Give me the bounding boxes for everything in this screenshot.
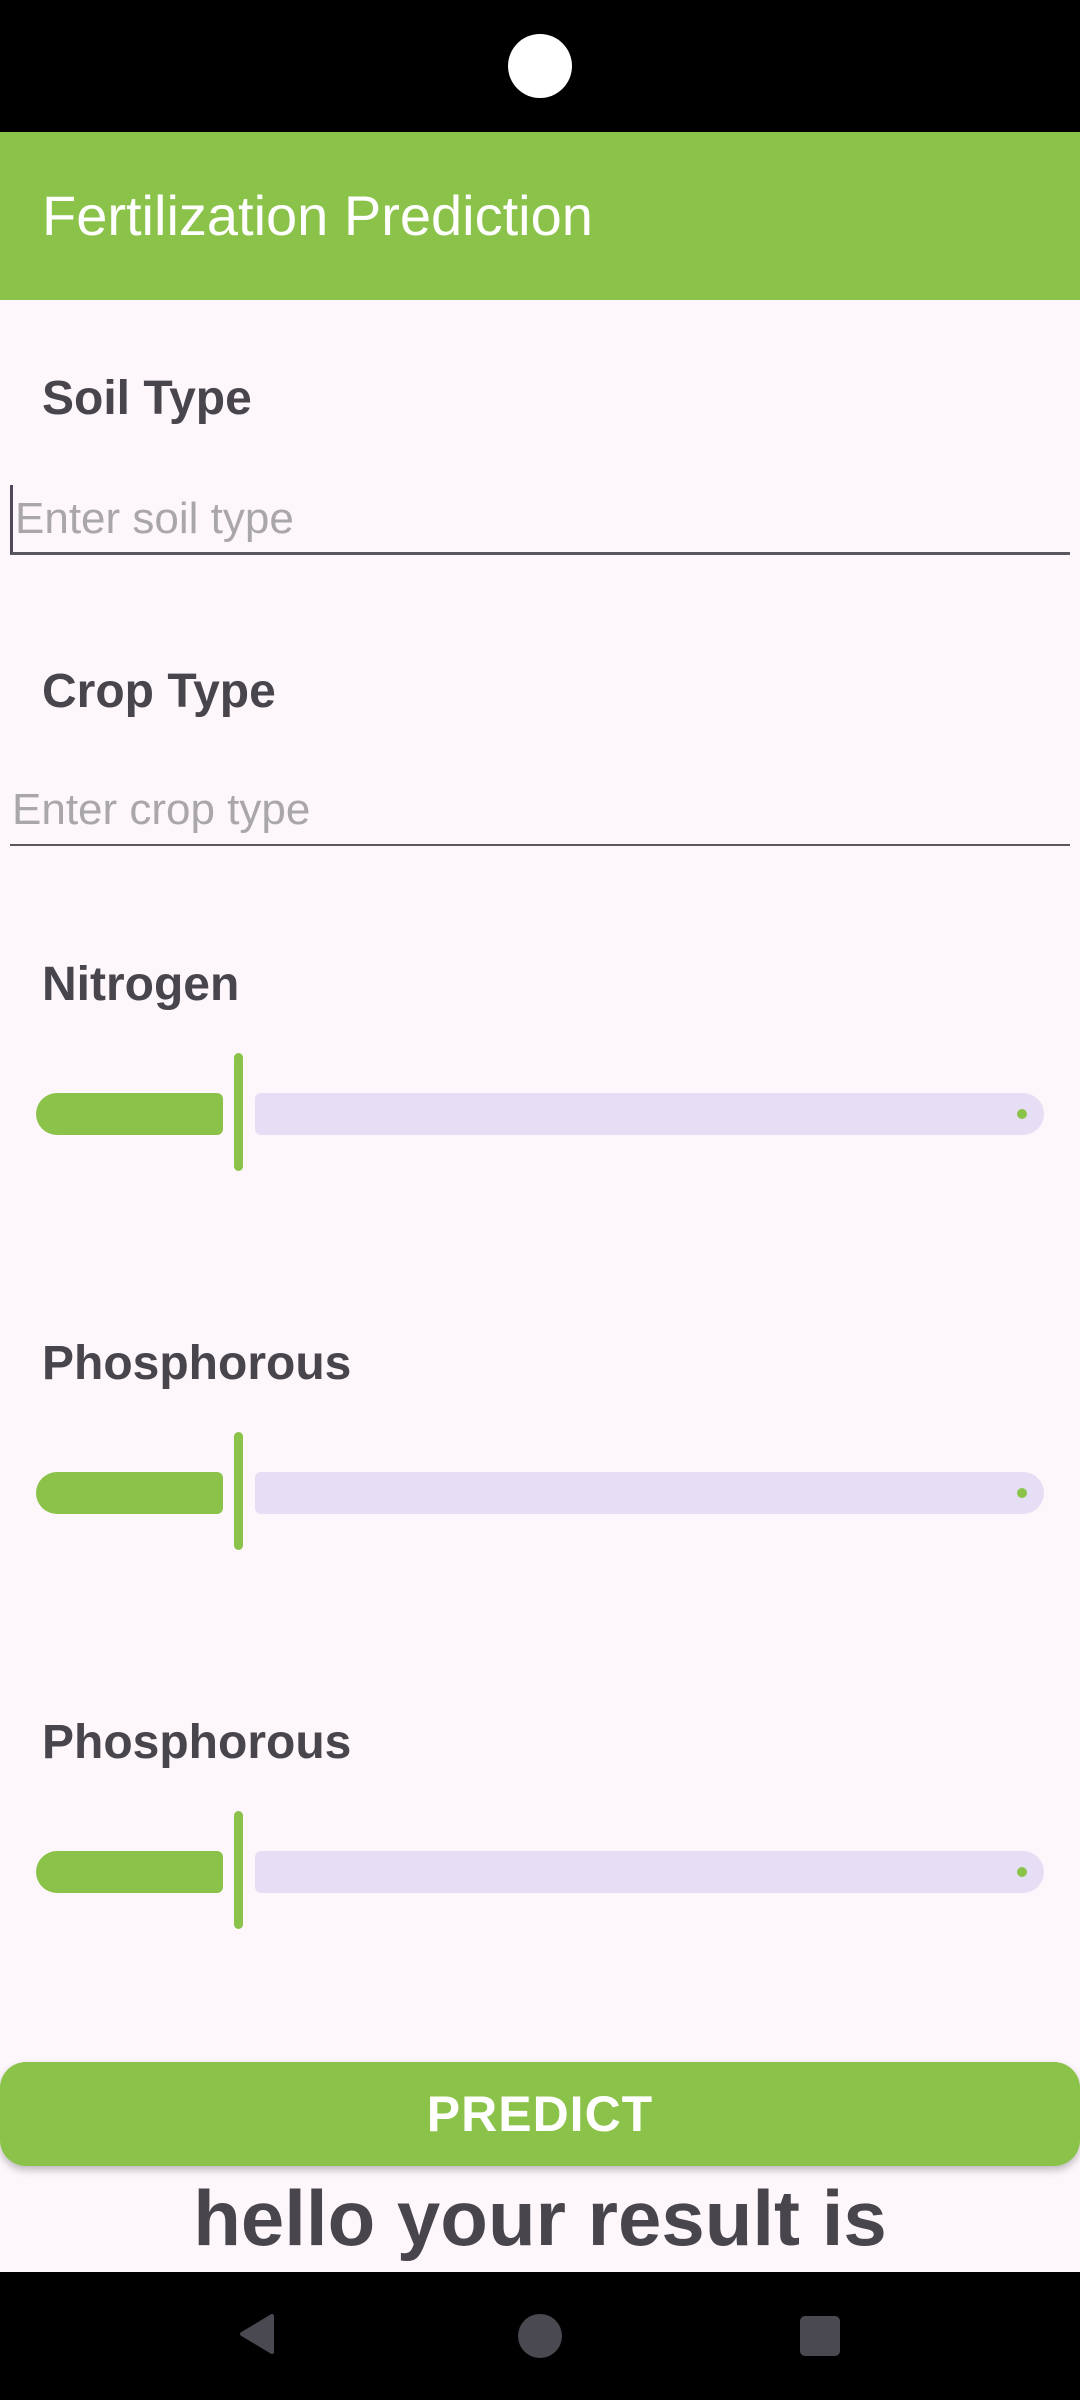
nitrogen-label: Nitrogen <box>42 958 240 1011</box>
app-title: Fertilization Prediction <box>42 184 593 247</box>
crop-type-input[interactable] <box>10 776 1070 846</box>
slider-thumb[interactable] <box>234 1432 243 1550</box>
slider-end-dot <box>1017 1488 1027 1498</box>
slider-track-inactive <box>255 1851 1044 1893</box>
soil-type-input[interactable] <box>10 485 1070 555</box>
home-circle-icon[interactable] <box>518 2314 562 2358</box>
navigation-bar <box>0 2272 1080 2400</box>
result-text: hello your result is <box>193 2174 887 2262</box>
slider-track-active <box>36 1472 223 1514</box>
app-bar: Fertilization Prediction <box>0 132 1080 300</box>
slider-track-active <box>36 1851 223 1893</box>
back-triangle-icon[interactable] <box>236 2312 280 2356</box>
slider-thumb[interactable] <box>234 1053 243 1171</box>
slider-track-inactive <box>255 1472 1044 1514</box>
front-camera-icon <box>508 34 572 98</box>
slider-track-inactive <box>255 1093 1044 1135</box>
slider-end-dot <box>1017 1867 1027 1877</box>
phosphorous-slider[interactable] <box>34 1432 1046 1552</box>
slider-track-active <box>36 1093 223 1135</box>
predict-button[interactable]: PREDICT <box>0 2062 1080 2166</box>
recents-square-icon[interactable] <box>800 2316 840 2356</box>
phosphorous-label: Phosphorous <box>42 1337 352 1390</box>
slider-thumb[interactable] <box>234 1811 243 1929</box>
soil-type-label: Soil Type <box>42 372 252 425</box>
form-content: Soil Type Crop Type Nitrogen Phosphorous… <box>0 300 1080 2272</box>
phosphorous-label-2: Phosphorous <box>42 1716 352 1769</box>
nitrogen-slider[interactable] <box>34 1053 1046 1173</box>
phone-screen: Fertilization Prediction Soil Type Crop … <box>0 0 1080 2400</box>
status-bar <box>0 0 1080 132</box>
crop-type-label: Crop Type <box>42 665 276 718</box>
phosphorous-slider-2[interactable] <box>34 1811 1046 1931</box>
slider-end-dot <box>1017 1109 1027 1119</box>
